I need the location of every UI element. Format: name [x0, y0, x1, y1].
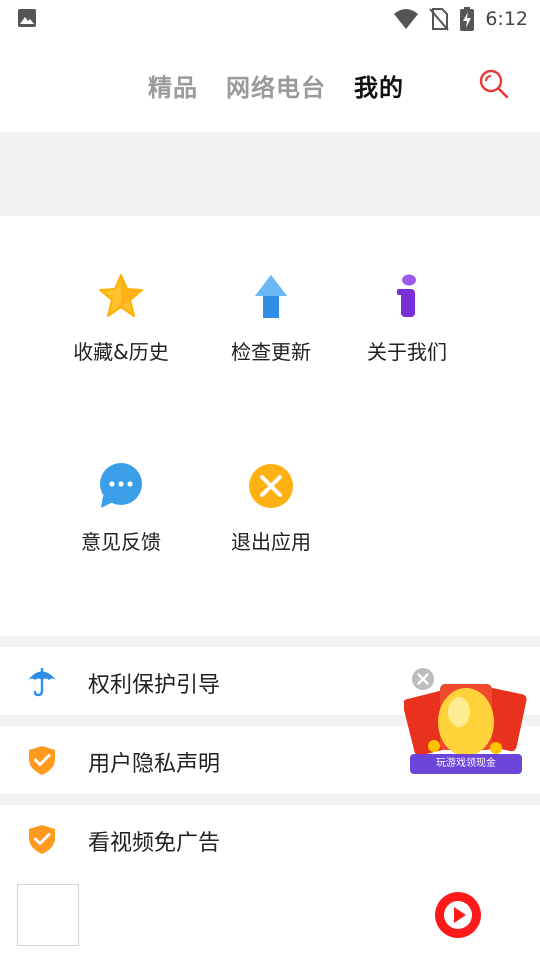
shield-check-icon — [29, 746, 55, 775]
album-thumbnail[interactable] — [17, 884, 79, 946]
battery-charging-icon — [460, 7, 475, 31]
close-circle-icon — [249, 464, 293, 508]
grid-item-label: 收藏&历史 — [73, 340, 169, 364]
feature-grid: 收藏&历史 检查更新 关于我们 意见反馈 退出应用 — [0, 216, 540, 636]
star-icon — [99, 274, 143, 317]
top-header: 精品 网络电台 我的 — [0, 38, 540, 132]
grid-item-favorites-history[interactable]: 收藏&历史 — [54, 272, 184, 382]
shield-check-icon — [29, 825, 55, 854]
grid-item-check-update[interactable]: 检查更新 — [204, 272, 334, 382]
grid-item-label: 意见反馈 — [81, 530, 161, 554]
grid-item-feedback[interactable]: 意见反馈 — [54, 462, 184, 572]
chat-bubble-icon — [100, 463, 142, 508]
tab-mine[interactable]: 我的 — [354, 68, 404, 103]
list-item-label: 看视频免广告 — [88, 831, 221, 856]
image-icon — [18, 9, 36, 27]
arrow-up-icon — [255, 275, 287, 318]
clock: 6:12 — [485, 8, 528, 30]
no-sim-icon — [429, 8, 450, 31]
grid-item-label: 退出应用 — [231, 530, 311, 554]
status-icons: 6:12 — [393, 4, 528, 34]
divider — [0, 794, 540, 805]
wifi-icon — [394, 9, 419, 29]
info-icon — [397, 274, 416, 317]
floating-red-packet-ad[interactable]: 玩游戏领现金 — [404, 664, 528, 776]
status-bar: 6:12 — [0, 0, 540, 38]
grid-item-label: 关于我们 — [367, 340, 447, 364]
ad-caption: 玩游戏领现金 — [410, 754, 522, 774]
search-icon[interactable] — [478, 68, 510, 100]
list-item-ad-free-video[interactable]: 看视频免广告 — [0, 805, 540, 873]
umbrella-icon — [28, 668, 56, 697]
grid-item-exit-app[interactable]: 退出应用 — [204, 462, 334, 572]
grid-item-about-us[interactable]: 关于我们 — [340, 272, 470, 382]
banner-area — [0, 132, 540, 216]
tab-boutique[interactable]: 精品 — [148, 68, 198, 103]
divider — [0, 636, 540, 647]
tab-radio[interactable]: 网络电台 — [226, 68, 326, 103]
grid-item-label: 检查更新 — [231, 340, 311, 364]
play-icon[interactable] — [434, 891, 482, 939]
close-icon[interactable] — [412, 668, 434, 690]
tab-bar: 精品 网络电台 我的 — [148, 68, 404, 103]
list-item-label: 权利保护引导 — [88, 673, 221, 698]
list-item-label: 用户隐私声明 — [88, 752, 221, 777]
